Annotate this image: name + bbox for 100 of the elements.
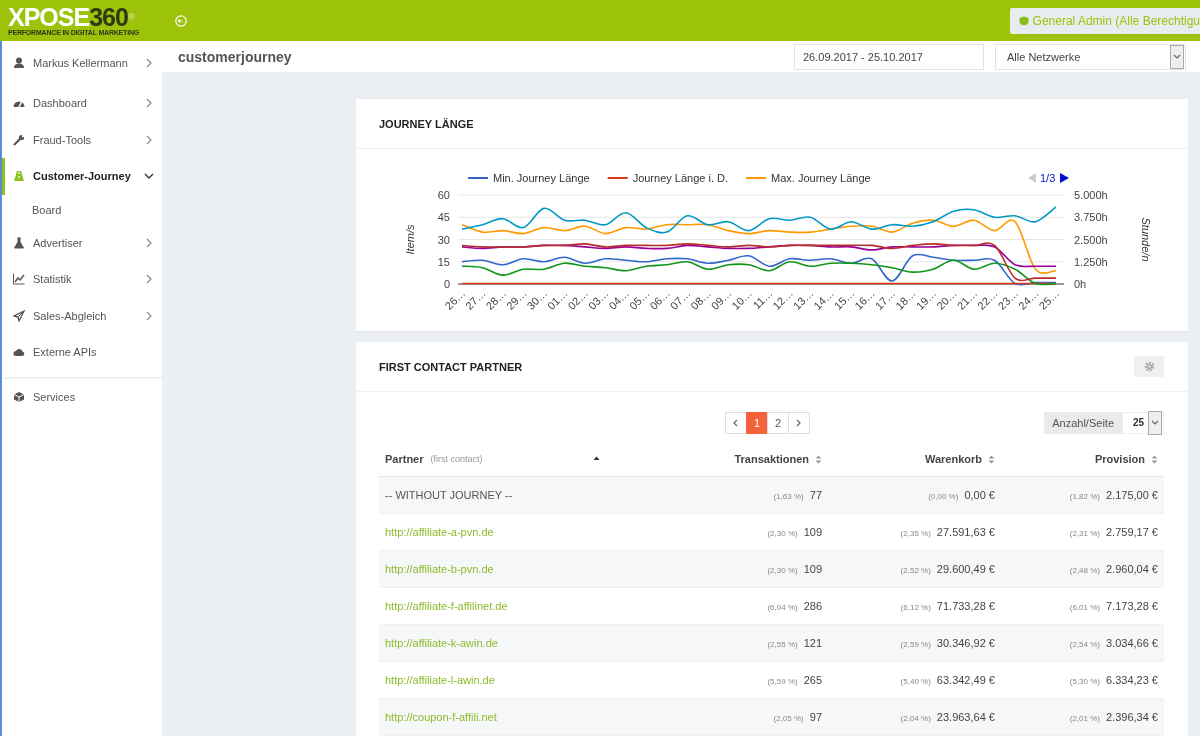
axis-tick-label: 30 <box>437 233 450 246</box>
table-value: 29.600,49 € <box>936 563 995 575</box>
share-percent: (5,40 %) <box>900 677 931 686</box>
legend-label: Max. Journey Länge <box>771 172 871 184</box>
share-percent: (5,30 %) <box>1069 677 1100 686</box>
axis-tick-label: 25… <box>1036 286 1062 312</box>
paper-plane-icon <box>13 309 25 322</box>
axis-tick-label: 1.250h <box>1074 255 1108 268</box>
sidebar-subitem[interactable]: Board <box>2 194 162 225</box>
sidebar-item[interactable]: Externe APIs <box>2 334 162 371</box>
column-header[interactable]: Transaktionen <box>734 453 809 465</box>
collapse-icon[interactable] <box>175 14 187 27</box>
date-range-field[interactable]: 26.09.2017 - 25.10.2017 <box>794 43 984 70</box>
table-value: 3.034,66 € <box>1106 637 1158 649</box>
settings-icon <box>1143 361 1155 372</box>
wrench-icon <box>13 133 25 146</box>
share-percent: (2,30 %) <box>767 566 798 575</box>
sidebar-item[interactable]: Statistik <box>2 261 162 298</box>
table-value: 2.175,00 € <box>1106 489 1158 501</box>
axis-tick-label: 10… <box>729 286 755 312</box>
per-page-select[interactable]: 25 <box>1122 411 1164 434</box>
sidebar-item[interactable]: Customer-Journey <box>2 158 162 195</box>
column-note: (first contact) <box>430 454 483 464</box>
table-value: 109 <box>803 526 822 538</box>
legend-label: Journey Länge i. D. <box>632 172 729 184</box>
table-value: 7.173,28 € <box>1106 600 1158 612</box>
share-percent: (2,54 %) <box>1069 640 1100 649</box>
card-title: JOURNEY LÄNGE <box>379 117 475 130</box>
card-title: FIRST CONTACT PARTNER <box>379 360 524 373</box>
axis-title: Item/s <box>404 224 416 255</box>
legend-item[interactable]: Journey Länge i. D. <box>606 172 728 184</box>
sidebar-item-label: Statistik <box>33 273 73 286</box>
sidebar-item-label: Markus Kellermann <box>33 57 129 69</box>
share-percent: (2,35 %) <box>900 529 931 538</box>
table-value: 0,00 € <box>964 489 995 501</box>
share-percent: (2,01 %) <box>1069 714 1100 723</box>
table-value: 121 <box>803 637 822 649</box>
sidebar-item[interactable]: Dashboard <box>2 85 162 122</box>
shield-icon <box>1018 15 1029 26</box>
flask-icon <box>13 236 25 249</box>
table-value: 97 <box>809 711 822 723</box>
sidebar-item-label: Dashboard <box>33 97 88 110</box>
partner-label: -- WITHOUT JOURNEY -- <box>385 489 513 501</box>
cloud-icon <box>13 346 25 359</box>
share-percent: (2,04 %) <box>900 714 931 723</box>
axis-tick-label: 0h <box>1074 278 1087 290</box>
sidebar-item[interactable]: Fraud-Tools <box>2 121 162 158</box>
share-percent: (2,55 %) <box>767 640 798 649</box>
sidebar-item[interactable]: Markus Kellermann <box>2 41 162 85</box>
table-value: 30.346,92 € <box>936 637 995 649</box>
sidebar-item[interactable]: Sales-Abgleich <box>2 297 162 334</box>
cube-icon <box>13 390 25 403</box>
chevron-down-icon <box>1151 418 1159 427</box>
sidebar-item-label: Sales-Abgleich <box>33 309 108 322</box>
network-select[interactable]: Alle Netzwerke <box>995 43 1186 70</box>
table-value: 2.396,34 € <box>1106 711 1158 723</box>
share-percent: (2,48 %) <box>1069 566 1100 575</box>
sidebar-item-label: Externe APIs <box>33 346 98 359</box>
share-percent: (6,04 %) <box>767 603 798 612</box>
chevron-down-icon <box>1173 52 1181 61</box>
axis-tick-label: 15 <box>437 255 450 268</box>
column-header[interactable]: Provision <box>1094 453 1145 465</box>
table-value: 2.759,17 € <box>1106 526 1158 538</box>
page-button[interactable]: 2 <box>767 411 789 434</box>
axis-title: Stunde/n <box>1140 217 1152 262</box>
sidebar-item[interactable]: Services <box>2 376 162 415</box>
column-header[interactable]: Partner <box>385 453 424 465</box>
axis-tick-label: 60 <box>437 189 450 201</box>
axis-tick-label: 5.000h <box>1074 189 1108 201</box>
sidebar-item-label: Fraud-Tools <box>33 133 93 146</box>
sidebar-item-label: Customer-Journey <box>33 170 132 183</box>
share-percent: (6,01 %) <box>1069 603 1100 612</box>
legend-item[interactable]: Min. Journey Länge <box>467 172 590 184</box>
axis-tick-label: 2.500h <box>1074 233 1108 246</box>
user-icon <box>13 57 25 69</box>
settings-button[interactable] <box>1134 356 1164 377</box>
previous-page-button[interactable] <box>725 411 747 434</box>
axis-tick-label: 0 <box>443 278 450 290</box>
share-percent: (6,12 %) <box>900 603 931 612</box>
sidebar-item-label: Services <box>33 390 77 403</box>
sidebar-item-label: Advertiser <box>33 236 84 249</box>
line-chart-icon <box>13 273 25 286</box>
table-value: 286 <box>803 600 822 612</box>
table-value: 23.963,64 € <box>936 711 995 723</box>
legend-item[interactable]: Max. Journey Länge <box>745 172 871 184</box>
sidebar-item[interactable]: Advertiser <box>2 224 162 261</box>
legend-next-icon[interactable] <box>1060 173 1069 183</box>
share-percent: (2,30 %) <box>767 529 798 538</box>
legend-prev-icon[interactable] <box>1028 173 1036 183</box>
next-page-button[interactable] <box>788 411 810 434</box>
table-value: 2.960,04 € <box>1106 563 1158 575</box>
table-value: 6.334,23 € <box>1106 674 1158 686</box>
axis-tick-label: 45 <box>437 211 450 224</box>
per-page-label: Anzahl/Seite <box>1044 411 1122 434</box>
share-percent: (2,59 %) <box>900 640 931 649</box>
legend-label: Min. Journey Länge <box>493 172 590 184</box>
table-value: 63.342,49 € <box>936 674 995 686</box>
column-header[interactable]: Warenkorb <box>924 453 982 465</box>
chevron-right-icon <box>795 418 803 427</box>
legend-page: 1/3 <box>1040 172 1056 184</box>
